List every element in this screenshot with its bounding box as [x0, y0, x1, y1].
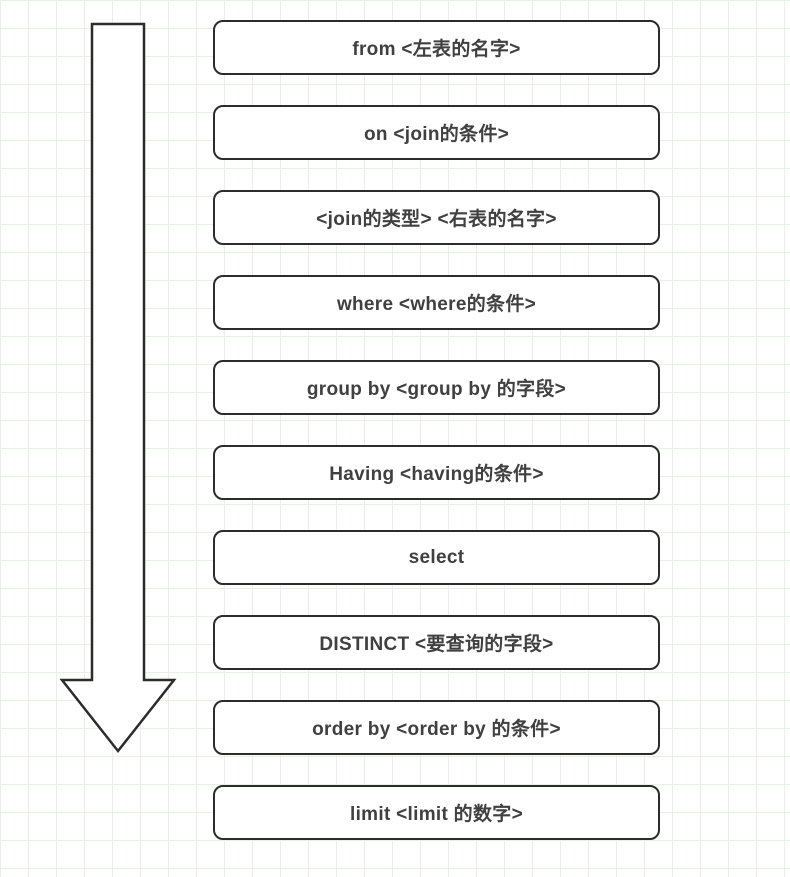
- step-label: order by <order by 的条件>: [312, 714, 561, 741]
- step-label: from <左表的名字>: [352, 34, 520, 61]
- diagram-container: from <左表的名字> on <join的条件> <join的类型> <右表的…: [0, 0, 790, 877]
- step-label: group by <group by 的字段>: [307, 374, 566, 401]
- step-where: where <where的条件>: [213, 275, 660, 330]
- step-label: select: [409, 547, 465, 569]
- step-label: on <join的条件>: [364, 119, 509, 146]
- step-distinct: DISTINCT <要查询的字段>: [213, 615, 660, 670]
- step-label: DISTINCT <要查询的字段>: [319, 629, 553, 656]
- steps-column: from <左表的名字> on <join的条件> <join的类型> <右表的…: [213, 20, 660, 840]
- step-label: where <where的条件>: [337, 289, 536, 316]
- step-from: from <左表的名字>: [213, 20, 660, 75]
- step-group-by: group by <group by 的字段>: [213, 360, 660, 415]
- step-limit: limit <limit 的数字>: [213, 785, 660, 840]
- step-label: <join的类型> <右表的名字>: [316, 204, 557, 231]
- step-having: Having <having的条件>: [213, 445, 660, 500]
- flow-arrow-down-icon: [58, 20, 178, 760]
- step-select: select: [213, 530, 660, 585]
- step-join: <join的类型> <右表的名字>: [213, 190, 660, 245]
- step-on: on <join的条件>: [213, 105, 660, 160]
- step-order-by: order by <order by 的条件>: [213, 700, 660, 755]
- step-label: limit <limit 的数字>: [350, 799, 523, 826]
- step-label: Having <having的条件>: [329, 459, 543, 486]
